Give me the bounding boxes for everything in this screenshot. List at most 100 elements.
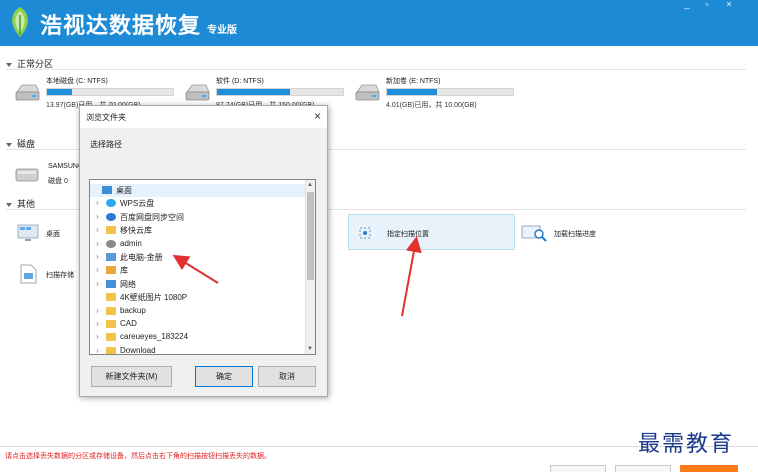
chevron-right-icon[interactable]: ›: [96, 265, 99, 274]
tree-item[interactable]: › WPS云盘: [90, 197, 306, 210]
tree-item[interactable]: › admin: [90, 238, 306, 251]
collapse-triangle-icon: [6, 62, 12, 67]
maximize-button[interactable]: ▫: [698, 0, 716, 10]
scroll-down-arrow-icon[interactable]: ▼: [307, 346, 313, 352]
chevron-right-icon[interactable]: ›: [96, 252, 99, 261]
chevron-right-icon[interactable]: ›: [96, 212, 99, 221]
computer-icon: [106, 253, 116, 261]
desktop-icon: [17, 224, 39, 241]
tree-item-label: 桌面: [116, 186, 132, 195]
chevron-right-icon[interactable]: ›: [96, 346, 99, 354]
usage-fill: [217, 89, 291, 95]
tool-label: 桌面: [46, 231, 60, 238]
usage-fill: [47, 89, 73, 95]
title-bar: 浩视达数据恢复 专业版 _ ▫ ×: [0, 0, 758, 46]
tool-load-progress[interactable]: 加载扫描进度: [520, 222, 630, 246]
folder-icon: [106, 306, 116, 315]
folder-tree[interactable]: 桌面 › WPS云盘 › 百度网盘同步空间 › 移快云库 › admin › 此电脑-金册 › 库 › 网络…: [89, 179, 316, 355]
hard-drive-icon: [355, 84, 380, 101]
chevron-right-icon[interactable]: ›: [96, 225, 99, 234]
tree-item-label: 移快云库: [120, 226, 152, 236]
hard-drive-icon: [185, 84, 210, 101]
disk-icon: [15, 168, 39, 182]
tool-label: 加载扫描进度: [554, 231, 596, 238]
user-icon: [106, 239, 116, 248]
chevron-right-icon[interactable]: ›: [96, 332, 99, 341]
scroll-thumb[interactable]: [307, 192, 314, 280]
dialog-caption: 选择路径: [90, 140, 122, 149]
magnifier-icon: [521, 225, 547, 242]
tree-item-label: admin: [120, 238, 142, 248]
bottom-button-2[interactable]: [615, 465, 671, 472]
tree-item[interactable]: › 网络: [90, 278, 306, 291]
usage-bar: [216, 88, 344, 96]
cloud-sync-icon: [106, 212, 116, 221]
usage-bar: [46, 88, 174, 96]
tree-item[interactable]: 桌面: [90, 184, 306, 197]
tool-label: 扫描存储: [46, 272, 74, 279]
tool-specify-location[interactable]: 指定扫描位置: [348, 214, 515, 250]
scroll-up-arrow-icon[interactable]: ▲: [307, 182, 313, 188]
folder-icon: [106, 333, 116, 342]
tree-item-label: 百度网盘同步空间: [120, 212, 184, 222]
tool-scan-file[interactable]: 扫描存储: [16, 263, 86, 287]
watermark: 最需教育: [638, 432, 735, 457]
tree-item-label: 4K壁纸图片 1080P: [120, 293, 188, 303]
tree-item[interactable]: › 此电脑-金册: [90, 251, 306, 264]
tree-item[interactable]: 4K壁纸图片 1080P: [90, 291, 306, 304]
tree-item-label: careueyes_183224: [120, 332, 189, 342]
scan-button[interactable]: [680, 465, 738, 472]
dialog-title-bar: 浏览文件夹 ×: [80, 106, 327, 128]
chevron-right-icon[interactable]: ›: [96, 198, 99, 207]
tree-item-label: 网络: [120, 279, 136, 289]
tree-scrollbar[interactable]: ▲ ▼: [305, 180, 315, 354]
network-icon: [106, 279, 116, 288]
dialog-title: 浏览文件夹: [86, 113, 126, 122]
usage-fill: [387, 89, 438, 95]
tree-item[interactable]: › Download: [90, 345, 306, 355]
tree-item[interactable]: › 百度网盘同步空间: [90, 211, 306, 224]
tree-item[interactable]: › backup: [90, 305, 306, 318]
document-icon: [20, 264, 37, 284]
tree-item[interactable]: › 移快云库: [90, 224, 306, 237]
ok-button[interactable]: 确定: [195, 366, 253, 387]
dialog-close-button[interactable]: ×: [314, 109, 321, 123]
hard-drive-icon: [15, 84, 40, 101]
app-logo-icon: [12, 7, 28, 37]
new-folder-button[interactable]: 新建文件夹(M): [91, 366, 172, 387]
cloud-icon: [106, 199, 116, 208]
drive-size: 4.01(GB)已用，共 10.00(GB): [386, 102, 477, 109]
chevron-right-icon[interactable]: ›: [96, 306, 99, 315]
collapse-triangle-icon: [6, 202, 12, 207]
tool-desktop[interactable]: 桌面: [16, 222, 76, 246]
tree-item-label: 此电脑-金册: [120, 253, 163, 262]
disk-label: 磁盘 0: [48, 178, 68, 185]
folder-icon: [106, 226, 116, 235]
drive-e[interactable]: 新加卷 (E: NTFS) 4.01(GB)已用，共 10.00(GB): [354, 76, 524, 116]
status-text: 请点击选择丢失数据的分区或存储设备，然后点击右下角的扫描按钮扫描丢失的数据。: [5, 453, 271, 460]
browse-folder-dialog: 浏览文件夹 × 选择路径 桌面 › WPS云盘 › 百度网盘同步空间 › 移快云库 › admi…: [79, 105, 328, 397]
tree-item[interactable]: › careueyes_183224: [90, 331, 306, 344]
drive-name: 本地磁盘 (C: NTFS): [46, 78, 108, 85]
bottom-button-1[interactable]: [550, 465, 606, 472]
chevron-right-icon[interactable]: ›: [96, 319, 99, 328]
library-icon: [106, 266, 116, 275]
folder-icon: [106, 320, 116, 328]
chevron-right-icon[interactable]: ›: [96, 279, 99, 288]
close-button[interactable]: ×: [720, 0, 738, 10]
cancel-button[interactable]: 取消: [258, 366, 316, 387]
collapse-triangle-icon: [6, 142, 12, 147]
tree-item[interactable]: › 库: [90, 264, 306, 277]
chevron-right-icon[interactable]: ›: [96, 239, 99, 248]
app-title: 浩视达数据恢复: [40, 13, 202, 38]
tree-item-label: Download: [120, 345, 156, 355]
usage-bar: [386, 88, 514, 96]
tool-label: 指定扫描位置: [387, 231, 429, 238]
tree-item-label: WPS云盘: [120, 199, 155, 209]
folder-icon: [106, 346, 116, 354]
minimize-button[interactable]: _: [678, 0, 696, 10]
desktop-icon: [102, 186, 112, 194]
tree-item[interactable]: › CAD: [90, 318, 306, 331]
target-location-icon: [359, 227, 371, 239]
divider: [6, 69, 746, 70]
